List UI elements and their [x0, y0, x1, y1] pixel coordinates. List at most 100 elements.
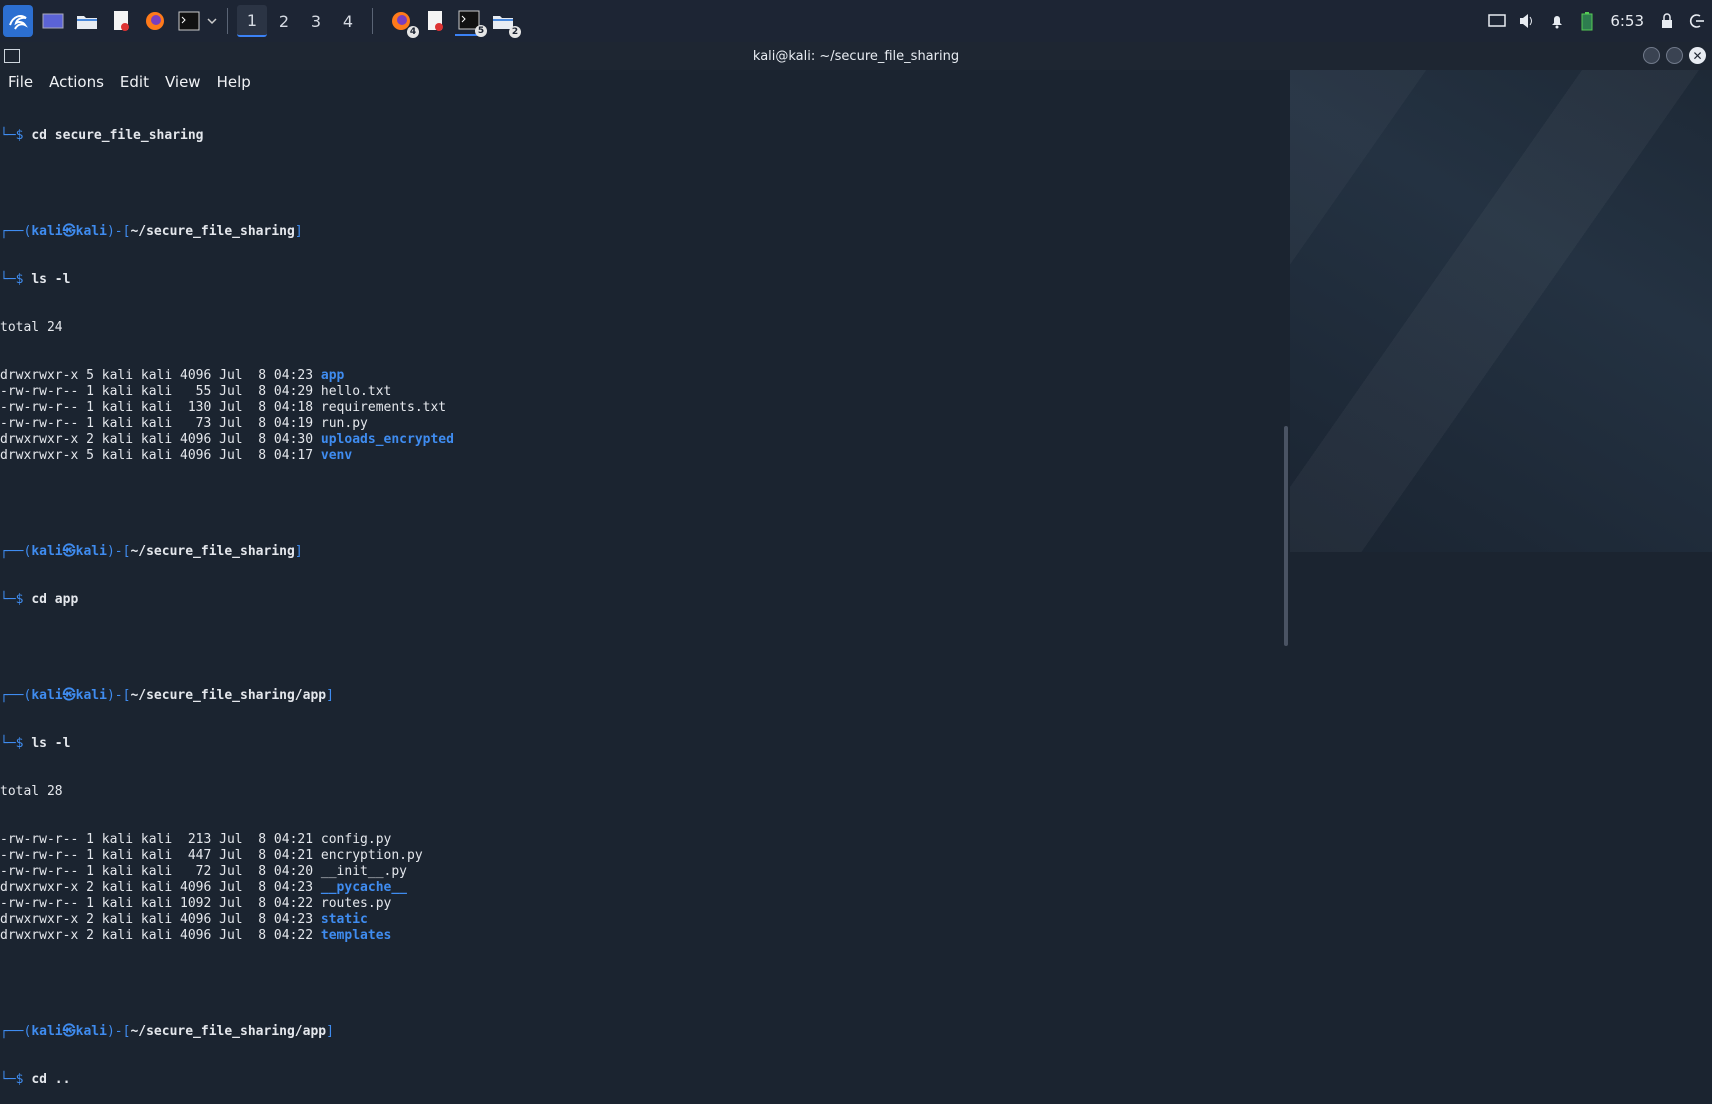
window-count-badge: 2 [509, 26, 521, 38]
firefox-launcher[interactable] [141, 7, 169, 35]
ls-entry-filename: routes.py [320, 896, 392, 911]
chevron-down-icon [207, 18, 217, 25]
text-editor-icon [114, 11, 129, 31]
ls-entry-filename: run.py [320, 416, 368, 431]
display-tray-button[interactable] [1482, 6, 1512, 36]
notifications-tray-button[interactable] [1542, 6, 1572, 36]
ls-entry-meta: -rw-rw-r-- 1 kali kali 213 Jul 8 04:21 [0, 832, 321, 847]
volume-tray-button[interactable] [1512, 6, 1542, 36]
folder-icon [77, 16, 97, 29]
launcher-dropdown[interactable] [205, 7, 219, 35]
ls-entry-dirname: templates [320, 928, 392, 943]
ls-entry: -rw-rw-r-- 1 kali kali 447 Jul 8 04:21 e… [0, 848, 1290, 864]
speaker-icon [1520, 14, 1533, 28]
window-title: kali@kali: ~/secure_file_sharing [752, 48, 960, 64]
window-count-badge: 4 [407, 26, 419, 38]
workspace-1[interactable]: 1 [237, 5, 267, 37]
ls-total: total 28 [0, 784, 63, 799]
window-count-badge: 5 [475, 25, 487, 37]
ls-entry: -rw-rw-r-- 1 kali kali 73 Jul 8 04:19 ru… [0, 416, 1290, 432]
menu-view[interactable]: View [157, 73, 209, 91]
firefox-icon [146, 12, 164, 30]
ls-entry: -rw-rw-r-- 1 kali kali 72 Jul 8 04:20 __… [0, 864, 1290, 880]
logout-button[interactable] [1682, 6, 1712, 36]
taskbar-separator [372, 8, 373, 34]
terminal-launcher[interactable] [175, 7, 203, 35]
ls-entry: -rw-rw-r-- 1 kali kali 130 Jul 8 04:18 r… [0, 400, 1290, 416]
battery-icon [1581, 12, 1593, 31]
ls-entry: drwxrwxr-x 2 kali kali 4096 Jul 8 04:22 … [0, 928, 1290, 944]
menu-actions[interactable]: Actions [41, 73, 112, 91]
scrollbar-thumb[interactable] [1284, 426, 1288, 646]
ls-entry: drwxrwxr-x 2 kali kali 4096 Jul 8 04:23 … [0, 912, 1290, 928]
ls-entry-meta: drwxrwxr-x 2 kali kali 4096 Jul 8 04:23 [0, 880, 321, 895]
text-editor-launcher[interactable] [107, 7, 135, 35]
ls-entry-dirname: venv [320, 448, 353, 463]
file-manager-launcher[interactable] [73, 7, 101, 35]
kali-dragon-icon [9, 15, 28, 30]
terminal-icon [178, 11, 200, 31]
lock-icon [1662, 13, 1672, 28]
firefox-window-group[interactable]: 4 [387, 7, 419, 38]
desktop-wallpaper [1290, 42, 1712, 552]
kali-menu-button[interactable] [3, 5, 33, 37]
text-editor-window[interactable] [421, 7, 449, 35]
command-text: ls -l [31, 272, 71, 287]
workspace-4[interactable]: 4 [333, 5, 363, 37]
ls-entry-dirname: static [320, 912, 368, 927]
terminal-window-group[interactable]: 5 [455, 6, 487, 37]
menu-help[interactable]: Help [209, 73, 259, 91]
menu-file[interactable]: File [0, 73, 41, 91]
power-icon [1689, 14, 1704, 28]
prompt-path: ~/secure_file_sharing/app [130, 1024, 327, 1039]
ls-entry: -rw-rw-r-- 1 kali kali 55 Jul 8 04:29 he… [0, 384, 1290, 400]
battery-tray-button[interactable] [1572, 6, 1602, 36]
workspace-3[interactable]: 3 [301, 5, 331, 37]
ls-entry-meta: drwxrwxr-x 5 kali kali 4096 Jul 8 04:17 [0, 448, 321, 463]
prompt-line: └─$ cd .. [0, 1072, 71, 1087]
ls-entry: drwxrwxr-x 2 kali kali 4096 Jul 8 04:30 … [0, 432, 1290, 448]
command-text: cd secure_file_sharing [31, 128, 204, 143]
prompt-header: ┌──(kali㉿kali)-[~/secure_file_sharing/ap… [0, 688, 334, 703]
ls-entry-meta: drwxrwxr-x 2 kali kali 4096 Jul 8 04:23 [0, 912, 321, 927]
ls-entry: drwxrwxr-x 5 kali kali 4096 Jul 8 04:23 … [0, 368, 1290, 384]
ls-total: total 24 [0, 320, 63, 335]
menu-edit[interactable]: Edit [112, 73, 157, 91]
taskbar-separator [227, 8, 228, 34]
prompt-header: ┌──(kali㉿kali)-[~/secure_file_sharing/ap… [0, 1024, 334, 1039]
ls-entry-filename: __init__.py [320, 864, 407, 879]
ls-entry-dirname: __pycache__ [320, 880, 407, 895]
ls-entry-meta: -rw-rw-r-- 1 kali kali 1092 Jul 8 04:22 [0, 896, 321, 911]
show-desktop-button[interactable] [39, 7, 67, 35]
bell-icon [1552, 16, 1563, 29]
ls-entry: drwxrwxr-x 2 kali kali 4096 Jul 8 04:23 … [0, 880, 1290, 896]
prompt-line: └─$ ls -l [0, 272, 71, 287]
ls-listing: -rw-rw-r-- 1 kali kali 213 Jul 8 04:21 c… [0, 832, 1290, 944]
files-window-group[interactable]: 2 [489, 7, 521, 38]
ls-entry-filename: hello.txt [320, 384, 392, 399]
close-button[interactable]: ✕ [1689, 47, 1706, 64]
menu-bar: File Actions Edit View Help [0, 70, 1290, 94]
minimize-button[interactable] [1643, 47, 1660, 64]
ls-entry-dirname: app [320, 368, 345, 383]
ls-entry: -rw-rw-r-- 1 kali kali 1092 Jul 8 04:22 … [0, 896, 1290, 912]
taskbar: 1 2 3 4 4 5 2 6:53 [0, 0, 1712, 43]
prompt-path: ~/secure_file_sharing/app [130, 688, 327, 703]
ls-entry: drwxrwxr-x 5 kali kali 4096 Jul 8 04:17 … [0, 448, 1290, 464]
maximize-button[interactable] [1666, 47, 1683, 64]
prompt-line: └─$ cd app [0, 592, 79, 607]
terminal-output[interactable]: └─$ cd secure_file_sharing ┌──(kali㉿kali… [0, 96, 1290, 1087]
ls-listing: drwxrwxr-x 5 kali kali 4096 Jul 8 04:23 … [0, 368, 1290, 464]
lock-screen-button[interactable] [1652, 6, 1682, 36]
prompt-path: ~/secure_file_sharing [130, 224, 295, 239]
command-text: cd app [31, 592, 79, 607]
window-titlebar[interactable]: kali@kali: ~/secure_file_sharing ✕ [0, 42, 1712, 70]
ls-entry-meta: -rw-rw-r-- 1 kali kali 73 Jul 8 04:19 [0, 416, 321, 431]
ls-entry-filename: config.py [320, 832, 392, 847]
command-text: cd .. [31, 1072, 71, 1087]
ls-entry-meta: drwxrwxr-x 2 kali kali 4096 Jul 8 04:22 [0, 928, 321, 943]
clock[interactable]: 6:53 [1610, 12, 1644, 30]
ls-entry-filename: encryption.py [320, 848, 423, 863]
ls-entry-meta: -rw-rw-r-- 1 kali kali 447 Jul 8 04:21 [0, 848, 321, 863]
workspace-2[interactable]: 2 [269, 5, 299, 37]
